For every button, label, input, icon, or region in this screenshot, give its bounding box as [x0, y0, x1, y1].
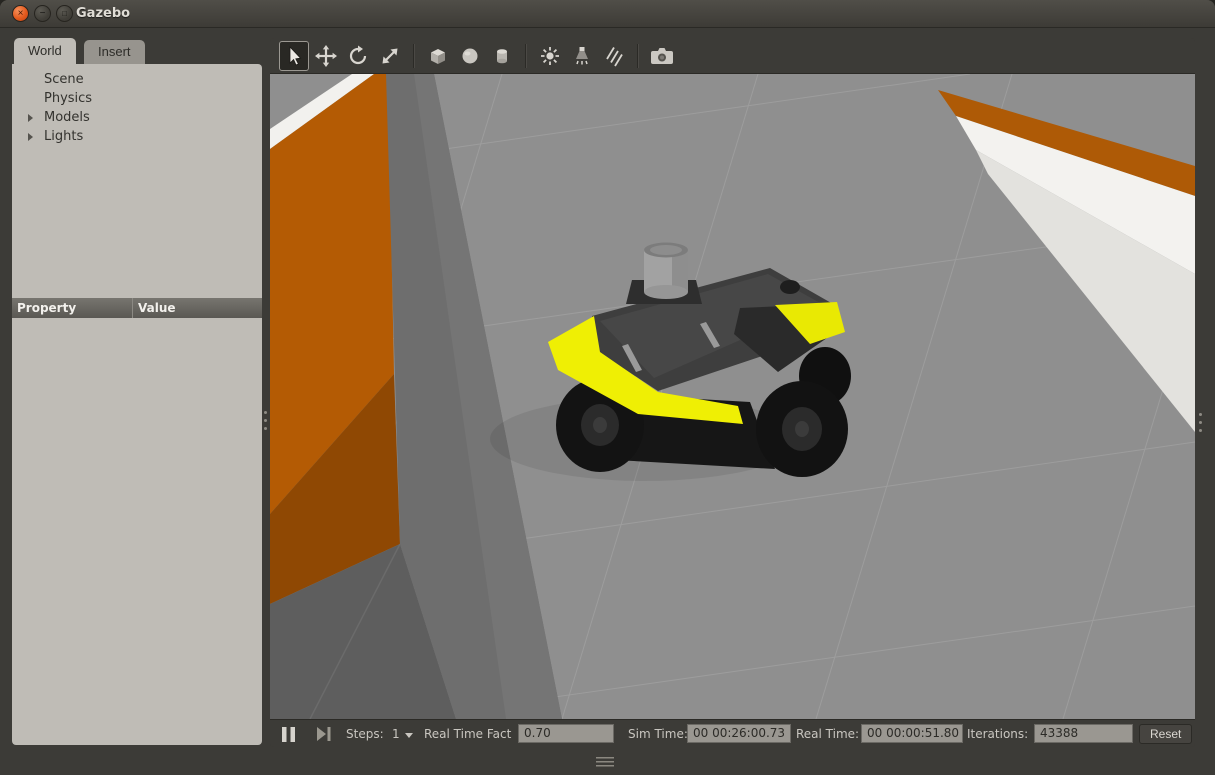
render-area: Steps: 1 Real Time Fact 0.70 Sim Time: 0… — [270, 38, 1195, 747]
expander-icon[interactable] — [28, 114, 33, 122]
tree-item-scene[interactable]: Scene — [12, 70, 262, 89]
select-tool-button[interactable] — [279, 41, 309, 71]
render-toolbar — [270, 38, 1195, 74]
splitter-dots-icon — [264, 411, 267, 414]
titlebar[interactable]: × − □ Gazebo — [0, 0, 1215, 28]
right-splitter-handle[interactable] — [1196, 410, 1204, 438]
insert-cylinder-button[interactable] — [487, 41, 517, 71]
window-title: Gazebo — [76, 6, 130, 21]
pause-icon — [282, 727, 295, 742]
step-forward-icon — [316, 727, 332, 741]
spot-light-button[interactable] — [567, 41, 597, 71]
gazebo-window: × − □ Gazebo World Insert Scene Physics … — [0, 0, 1215, 775]
left-splitter-handle[interactable] — [261, 408, 269, 436]
tree-item-label: Lights — [44, 129, 83, 144]
iterations-label: Iterations: — [967, 720, 1028, 747]
step-button[interactable] — [316, 720, 332, 747]
close-button[interactable]: × — [12, 5, 29, 22]
close-icon: × — [18, 9, 24, 19]
tab-world[interactable]: World — [14, 38, 76, 64]
world-panel: Scene Physics Models Lights Property Val… — [12, 64, 262, 745]
tree-item-lights[interactable]: Lights — [12, 127, 262, 146]
world-tree: Scene Physics Models Lights — [12, 64, 262, 146]
insert-sphere-button[interactable] — [455, 41, 485, 71]
tree-item-label: Scene — [44, 72, 84, 87]
insert-box-button[interactable] — [423, 41, 453, 71]
expander-icon[interactable] — [28, 133, 33, 141]
real-time-field[interactable]: 00 00:00:51.80 — [861, 724, 963, 743]
spinbox-down-icon[interactable] — [405, 733, 413, 738]
camera-icon — [649, 45, 675, 67]
minimize-icon: − — [40, 9, 46, 19]
screenshot-button[interactable] — [647, 41, 677, 71]
cylinder-icon — [490, 44, 514, 68]
scale-icon — [378, 44, 402, 68]
rotate-tool-button[interactable] — [343, 41, 373, 71]
column-header-value[interactable]: Value — [133, 298, 262, 318]
real-time-factor-field[interactable]: 0.70 — [518, 724, 614, 743]
real-time-label: Real Time: — [796, 720, 859, 747]
tab-insert[interactable]: Insert — [84, 40, 145, 64]
point-light-button[interactable] — [535, 41, 565, 71]
directional-light-icon — [602, 44, 626, 68]
steps-spinbox[interactable]: 1 — [392, 720, 413, 747]
point-light-icon — [538, 44, 562, 68]
toolbar-separator — [637, 44, 639, 68]
scale-tool-button[interactable] — [375, 41, 405, 71]
maximize-button[interactable]: □ — [56, 5, 73, 22]
toolbar-separator — [413, 44, 415, 68]
tree-item-physics[interactable]: Physics — [12, 89, 262, 108]
resize-grip[interactable] — [596, 757, 614, 767]
column-header-property[interactable]: Property — [12, 298, 133, 318]
real-time-factor-label: Real Time Fact — [424, 720, 511, 747]
viewport-3d[interactable] — [270, 74, 1195, 719]
rotate-icon — [346, 44, 370, 68]
steps-value: 1 — [392, 727, 400, 741]
directional-light-button[interactable] — [599, 41, 629, 71]
toolbar-separator — [525, 44, 527, 68]
iterations-field[interactable]: 43388 — [1034, 724, 1133, 743]
tree-item-label: Models — [44, 110, 90, 125]
steps-label: Steps: — [346, 720, 384, 747]
pause-button[interactable] — [282, 720, 295, 747]
reset-button[interactable]: Reset — [1139, 724, 1192, 744]
translate-tool-button[interactable] — [311, 41, 341, 71]
maximize-icon: □ — [62, 10, 67, 18]
tree-item-models[interactable]: Models — [12, 108, 262, 127]
sim-time-field[interactable]: 00 00:26:00.73 — [687, 724, 791, 743]
sidebar: World Insert Scene Physics Models Lights — [12, 38, 262, 745]
splitter-dots-icon — [1199, 413, 1202, 416]
sphere-icon — [458, 44, 482, 68]
spot-light-icon — [570, 44, 594, 68]
property-table-header: Property Value — [12, 298, 262, 318]
cursor-icon — [283, 45, 305, 67]
move-icon — [314, 44, 338, 68]
box-icon — [426, 44, 450, 68]
tree-item-label: Physics — [44, 91, 92, 106]
render-scene — [270, 74, 1195, 719]
sim-time-label: Sim Time: — [628, 720, 688, 747]
minimize-button[interactable]: − — [34, 5, 51, 22]
sim-control-bar: Steps: 1 Real Time Fact 0.70 Sim Time: 0… — [270, 719, 1195, 747]
